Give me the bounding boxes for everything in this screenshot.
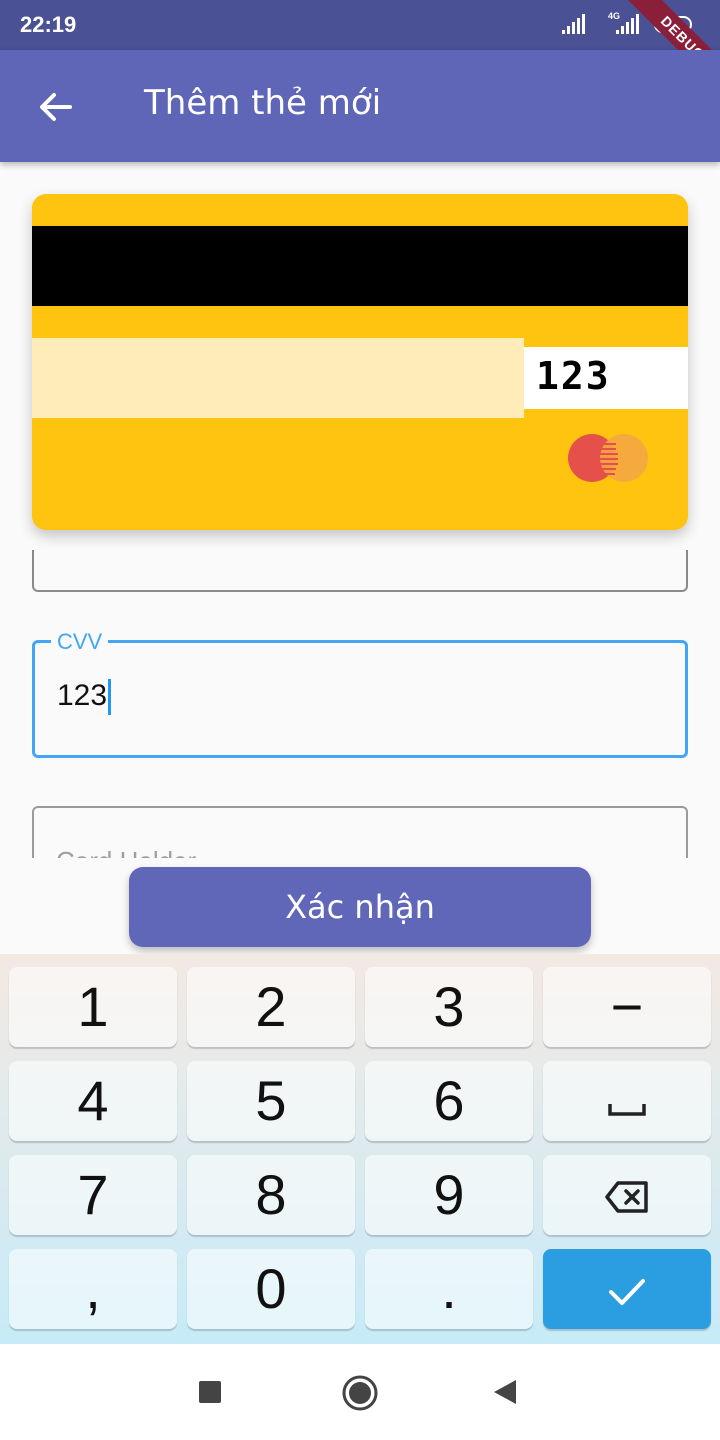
key-backspace[interactable] bbox=[543, 1155, 711, 1235]
key-6[interactable]: 6 bbox=[365, 1061, 533, 1141]
key-8[interactable]: 8 bbox=[187, 1155, 355, 1235]
signature-panel bbox=[32, 338, 524, 418]
check-icon bbox=[609, 1279, 645, 1305]
card-cvv-text: 123 bbox=[536, 354, 611, 398]
cvv-label: CVV bbox=[51, 629, 109, 655]
numeric-keyboard: 1 2 3 − 4 5 6 7 8 9 , 0 . bbox=[0, 954, 720, 1344]
home-icon[interactable] bbox=[341, 1374, 379, 1412]
back-icon[interactable] bbox=[492, 1378, 518, 1406]
key-5[interactable]: 5 bbox=[187, 1061, 355, 1141]
key-space[interactable] bbox=[543, 1061, 711, 1141]
card-preview: 123 bbox=[32, 194, 688, 530]
key-4[interactable]: 4 bbox=[9, 1061, 177, 1141]
recent-apps-icon[interactable] bbox=[198, 1380, 222, 1404]
card-holder-hint: Card Holder bbox=[56, 846, 196, 858]
text-cursor bbox=[108, 679, 112, 716]
key-comma[interactable]: , bbox=[9, 1249, 177, 1329]
key-done[interactable] bbox=[543, 1249, 711, 1329]
key-0[interactable]: 0 bbox=[187, 1249, 355, 1329]
status-time: 22:19 bbox=[20, 12, 77, 37]
key-3[interactable]: 3 bbox=[365, 967, 533, 1047]
space-icon bbox=[608, 1104, 646, 1116]
page-title: Thêm thẻ mới bbox=[144, 83, 382, 123]
key-1[interactable]: 1 bbox=[9, 967, 177, 1047]
key-9[interactable]: 9 bbox=[365, 1155, 533, 1235]
system-nav-bar bbox=[0, 1344, 720, 1440]
cvv-input-wrap: 123 bbox=[57, 679, 112, 716]
cvv-input-value: 123 bbox=[57, 679, 108, 712]
signal-icon bbox=[562, 14, 585, 34]
app-bar: Thêm thẻ mới bbox=[0, 50, 720, 162]
key-period[interactable]: . bbox=[365, 1249, 533, 1329]
signal-icon-2 bbox=[616, 14, 639, 34]
card-holder-field[interactable]: Card Holder bbox=[32, 806, 688, 858]
backspace-icon bbox=[605, 1181, 648, 1213]
mastercard-logo-icon bbox=[568, 434, 648, 482]
key-2[interactable]: 2 bbox=[187, 967, 355, 1047]
status-bar: 22:19 4G 61 DEBUG bbox=[0, 0, 720, 100]
key-7[interactable]: 7 bbox=[9, 1155, 177, 1235]
confirm-button[interactable]: Xác nhận bbox=[129, 867, 591, 947]
key-minus[interactable]: − bbox=[543, 967, 711, 1047]
scrolled-field[interactable] bbox=[32, 550, 688, 592]
magnetic-stripe bbox=[32, 226, 688, 306]
arrow-back-icon[interactable] bbox=[36, 87, 76, 127]
cvv-field[interactable]: CVV 123 bbox=[32, 629, 688, 758]
